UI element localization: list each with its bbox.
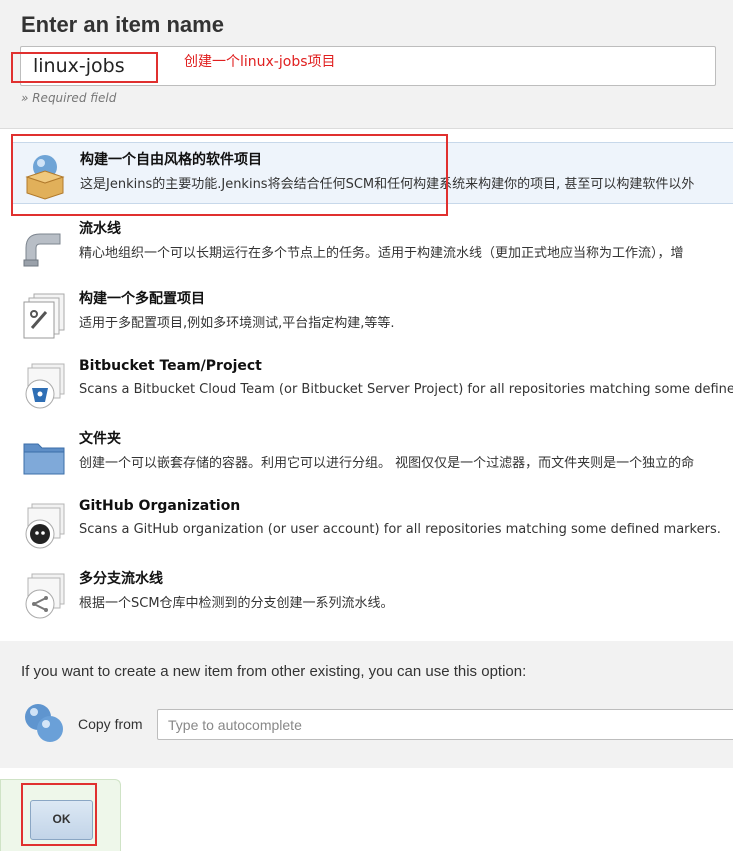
item-type-description: 根据一个SCM仓库中检测到的分支创建一系列流水线。 xyxy=(79,596,394,611)
required-field-note: » Required field xyxy=(21,91,117,105)
annotation-box-ok xyxy=(21,783,97,846)
copy-from-label: Copy from xyxy=(78,716,143,732)
item-type-name: 构建一个多配置项目 xyxy=(79,291,205,307)
item-type-name: 多分支流水线 xyxy=(79,571,163,587)
copy-from-section: If you want to create a new item from ot… xyxy=(0,641,733,769)
copy-item-icon xyxy=(25,704,63,742)
folder-icon xyxy=(23,443,65,475)
item-type-multi-config[interactable]: 构建一个多配置项目 适用于多配置项目,例如多环境测试,平台指定构建,等等. xyxy=(12,282,733,344)
multi-config-icon xyxy=(23,293,65,339)
item-type-name: GitHub Organization xyxy=(79,498,241,514)
copy-from-input[interactable] xyxy=(157,709,733,740)
item-type-bitbucket[interactable]: Bitbucket Team/Project Scans a Bitbucket… xyxy=(12,352,733,414)
annotation-box-item-name xyxy=(11,52,158,83)
item-type-name: 文件夹 xyxy=(79,431,121,447)
item-type-pipeline[interactable]: 流水线 精心地组织一个可以长期运行在多个节点上的任务。适用于构建流水线（更加正式… xyxy=(12,212,733,274)
item-type-description: Scans a Bitbucket Cloud Team (or Bitbuck… xyxy=(79,382,733,397)
item-type-folder[interactable]: 文件夹 创建一个可以嵌套存储的容器。利用它可以进行分组。 视图仅仅是一个过滤器，… xyxy=(12,422,733,484)
item-type-description: 创建一个可以嵌套存储的容器。利用它可以进行分组。 视图仅仅是一个过滤器，而文件夹… xyxy=(79,456,695,471)
item-type-github-organization[interactable]: GitHub Organization Scans a GitHub organ… xyxy=(12,492,733,554)
item-type-description: 精心地组织一个可以长期运行在多个节点上的任务。适用于构建流水线（更加正式地应当称… xyxy=(79,246,684,261)
multibranch-icon xyxy=(25,573,65,619)
pipeline-icon xyxy=(23,233,61,267)
item-type-description: Scans a GitHub organization (or user acc… xyxy=(79,522,721,537)
annotation-text: 创建一个linux-jobs项目 xyxy=(184,54,336,70)
item-type-description: 适用于多配置项目,例如多环境测试,平台指定构建,等等. xyxy=(79,316,395,331)
item-type-name: 流水线 xyxy=(79,221,121,237)
item-type-name: Bitbucket Team/Project xyxy=(79,358,262,374)
item-type-multibranch-pipeline[interactable]: 多分支流水线 根据一个SCM仓库中检测到的分支创建一系列流水线。 xyxy=(12,562,733,624)
github-icon xyxy=(25,503,65,549)
annotation-box-freestyle xyxy=(11,134,448,216)
page-title: Enter an item name xyxy=(21,12,224,37)
bitbucket-icon xyxy=(25,363,65,409)
copy-hint-text: If you want to create a new item from ot… xyxy=(21,663,527,680)
